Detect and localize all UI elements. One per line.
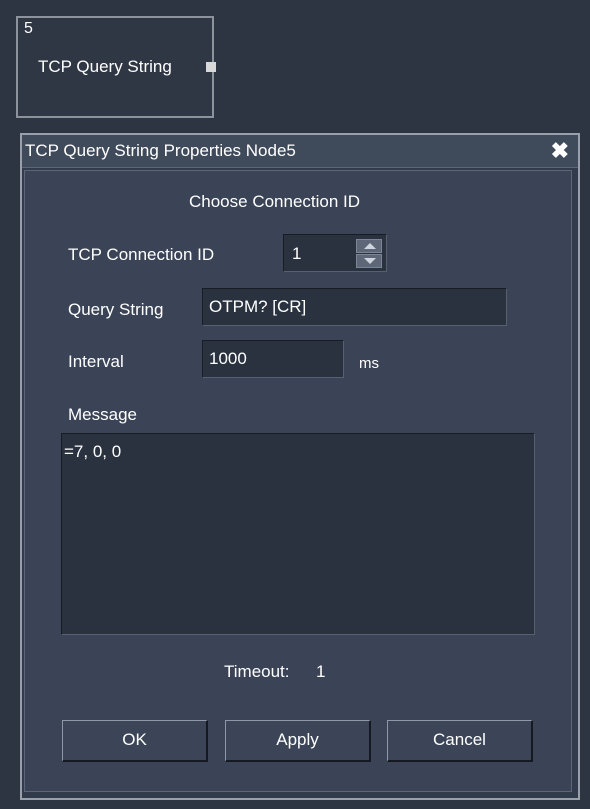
dialog-title: TCP Query String Properties Node5 (25, 141, 296, 160)
connection-id-spinner[interactable]: 1 (283, 234, 387, 272)
spin-up-icon[interactable] (356, 239, 382, 253)
interval-unit-label: ms (359, 355, 379, 372)
interval-label: Interval (68, 352, 124, 371)
ok-button[interactable]: OK (62, 720, 208, 762)
message-textarea[interactable]: =7, 0, 0 (61, 433, 535, 635)
cancel-button[interactable]: Cancel (387, 720, 533, 762)
connection-id-label: TCP Connection ID (68, 245, 215, 264)
message-label: Message (68, 405, 137, 424)
spin-down-icon[interactable] (356, 254, 382, 268)
close-icon[interactable]: ✖ (551, 139, 569, 163)
interval-input[interactable] (202, 340, 344, 378)
connection-id-value: 1 (292, 244, 302, 263)
node-id-label: 5 (24, 20, 33, 37)
timeout-value: 1 (316, 662, 326, 681)
node-title-label: TCP Query String (38, 57, 172, 76)
query-string-input[interactable] (202, 288, 507, 326)
query-node[interactable]: 5 TCP Query String (16, 16, 216, 118)
timeout-label: Timeout: (224, 662, 290, 681)
dialog-titlebar[interactable]: TCP Query String Properties Node5 ✖ (22, 135, 578, 168)
message-text: =7, 0, 0 (64, 442, 122, 461)
output-port-icon[interactable] (206, 62, 216, 72)
apply-button[interactable]: Apply (225, 720, 371, 762)
connection-heading: Choose Connection ID (189, 192, 361, 211)
query-string-label: Query String (68, 300, 164, 319)
